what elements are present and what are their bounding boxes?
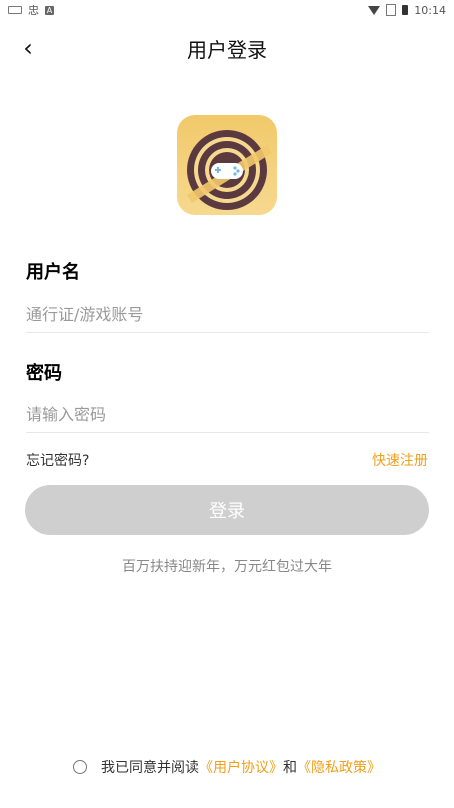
page-title: 用户登录 — [187, 38, 267, 62]
user-agreement-link[interactable]: 《用户协议》 — [199, 757, 283, 777]
status-left: 忠 A — [0, 2, 54, 18]
agreement-and: 和 — [283, 760, 297, 776]
quick-register-link[interactable]: 快速注册 — [372, 450, 428, 470]
status-bar: 忠 A 10:14 — [0, 0, 454, 20]
password-label: 密码 — [26, 363, 62, 384]
login-page: 忠 A 10:14 ‹ 用户登录 用户名 通行证/游戏账号 密码 忘记密码? 快… — [0, 0, 454, 808]
username-input[interactable] — [26, 296, 429, 333]
status-right: 10:14 — [368, 4, 454, 17]
app-logo — [177, 115, 277, 215]
game-controller-icon — [187, 130, 272, 210]
agreement-radio[interactable] — [73, 760, 87, 774]
battery-icon — [402, 5, 409, 15]
wifi-icon — [368, 5, 381, 15]
agreement-prefix: 我已同意并阅读 — [101, 760, 199, 776]
agreement-row: 我已同意并阅读 《用户协议》 和 《隐私政策》 — [0, 757, 454, 777]
username-label: 用户名 — [26, 262, 80, 283]
login-button[interactable]: 登录 — [25, 485, 429, 535]
app-icon: 忠 — [28, 4, 39, 17]
keyboard-icon — [8, 6, 22, 14]
status-time: 10:14 — [414, 3, 446, 17]
password-input[interactable] — [26, 396, 429, 433]
a-icon: A — [45, 5, 54, 15]
forgot-password-link[interactable]: 忘记密码? — [26, 450, 89, 470]
sim-icon — [386, 4, 397, 16]
privacy-policy-link[interactable]: 《隐私政策》 — [297, 757, 381, 777]
header: ‹ 用户登录 — [0, 28, 454, 68]
promo-text: 百万扶持迎新年，万元红包过大年 — [122, 559, 332, 575]
